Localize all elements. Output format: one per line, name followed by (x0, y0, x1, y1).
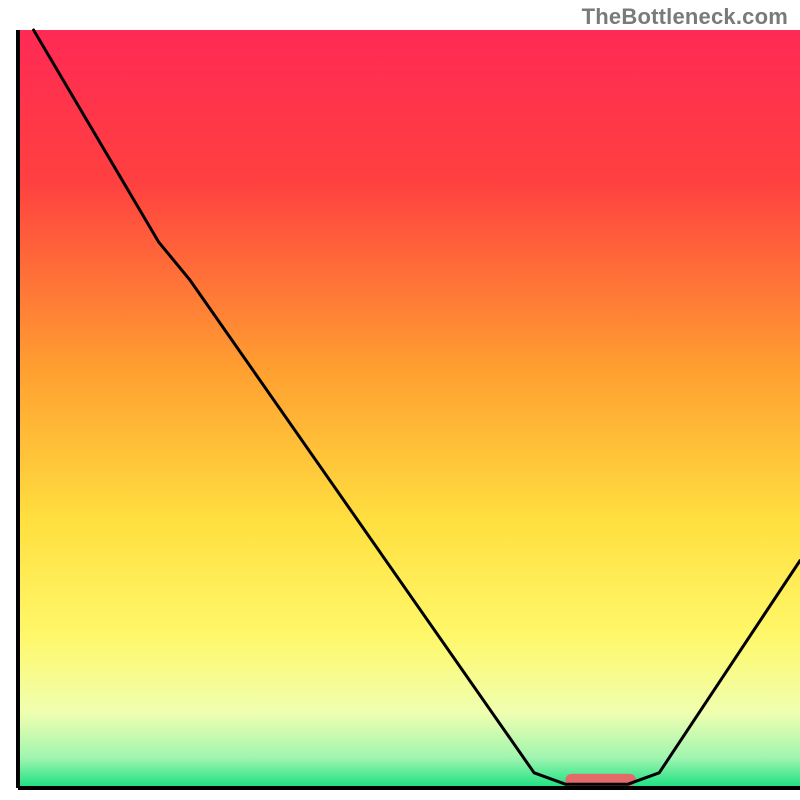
chart-svg (0, 0, 800, 800)
bottleneck-chart: TheBottleneck.com (0, 0, 800, 800)
watermark-text: TheBottleneck.com (582, 4, 788, 30)
gradient-background (18, 30, 800, 788)
plot-area (18, 30, 800, 788)
